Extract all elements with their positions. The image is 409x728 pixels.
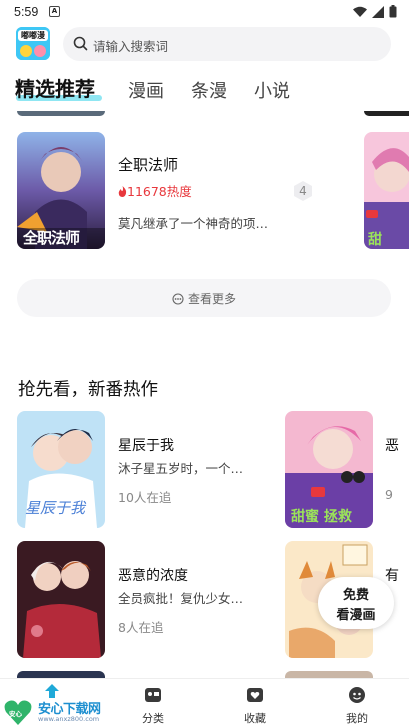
cover-quanzhi-fashi[interactable]: 全职法师 <box>17 132 105 249</box>
comic-title[interactable]: 全职法师 <box>118 154 178 175</box>
cover-eyi-de-nongdu[interactable] <box>17 541 105 658</box>
watermark-arrow-icon <box>45 684 59 698</box>
cover-partial-bottom <box>17 671 105 678</box>
wifi-icon <box>353 6 367 17</box>
cover-partial-bottom-right <box>285 671 373 678</box>
comic-desc: 沐子星五岁时，一个… <box>118 461 244 476</box>
view-more-button[interactable]: 查看更多 <box>17 279 391 317</box>
view-more-label: 查看更多 <box>187 292 236 306</box>
flame-icon <box>118 186 127 197</box>
search-input[interactable]: 请输入搜索词 <box>93 36 168 55</box>
notification-icon: A <box>49 6 60 17</box>
followers-count: 10人在追 <box>118 490 172 505</box>
followers-count-partial: 9 <box>385 487 393 502</box>
logo-text: 嘟嘟漫 <box>21 31 45 40</box>
tab-strips[interactable]: 条漫 <box>191 77 227 103</box>
cover-title-text: 全职法师 <box>23 229 80 247</box>
favorite-icon <box>247 688 263 702</box>
tab-comics[interactable]: 漫画 <box>128 77 164 103</box>
svg-text:甜: 甜 <box>368 231 382 248</box>
followers-count: 8人在追 <box>118 620 164 635</box>
search-bar[interactable]: 请输入搜索词 <box>63 27 391 61</box>
free-comics-badge[interactable]: 免费 看漫画 <box>318 577 394 629</box>
more-dots-icon <box>172 293 184 305</box>
tab-featured[interactable]: 精选推荐 <box>15 73 95 102</box>
comic-desc: 全员疯批！复仇少女… <box>118 591 244 606</box>
comic-title[interactable]: 星辰于我 <box>118 435 174 455</box>
signal-icon <box>372 5 384 18</box>
category-icon <box>145 688 161 702</box>
battery-icon <box>389 5 397 18</box>
cover-partial-top <box>17 111 105 116</box>
svg-text:甜蜜 拯救: 甜蜜 拯救 <box>291 508 353 525</box>
comic-desc: 莫凡继承了一个神奇的项… <box>118 216 269 231</box>
comic-title[interactable]: 恶意的浓度 <box>118 565 188 585</box>
heat-value: 11678热度 <box>118 181 192 200</box>
search-icon <box>73 36 88 51</box>
cover-xingchen-yuwo[interactable]: 星辰于我 <box>17 411 105 528</box>
cover-title-text: 星辰于我 <box>25 499 86 517</box>
cover-partial-top-right <box>364 111 409 116</box>
nav-favorites[interactable]: 收藏 <box>204 679 306 728</box>
comic-title-partial[interactable]: 恶 <box>385 435 399 455</box>
rank-badge: 4 <box>292 180 314 202</box>
tab-novels[interactable]: 小说 <box>254 77 290 103</box>
section-title: 抢先看，新番热作 <box>18 380 158 400</box>
profile-icon <box>349 687 365 703</box>
watermark: 安心 安心下载网 www.anxz800.com <box>0 684 110 728</box>
nav-profile[interactable]: 我的 <box>306 679 408 728</box>
cover-partial-right[interactable]: 甜 <box>364 132 409 249</box>
cover-right-1[interactable]: 甜蜜 拯救 <box>285 411 373 528</box>
comic-title-partial[interactable]: 有 <box>385 565 399 585</box>
nav-category[interactable]: 分类 <box>102 679 204 728</box>
status-bar: 5:59 A <box>0 0 409 24</box>
status-time: 5:59 <box>14 5 39 19</box>
